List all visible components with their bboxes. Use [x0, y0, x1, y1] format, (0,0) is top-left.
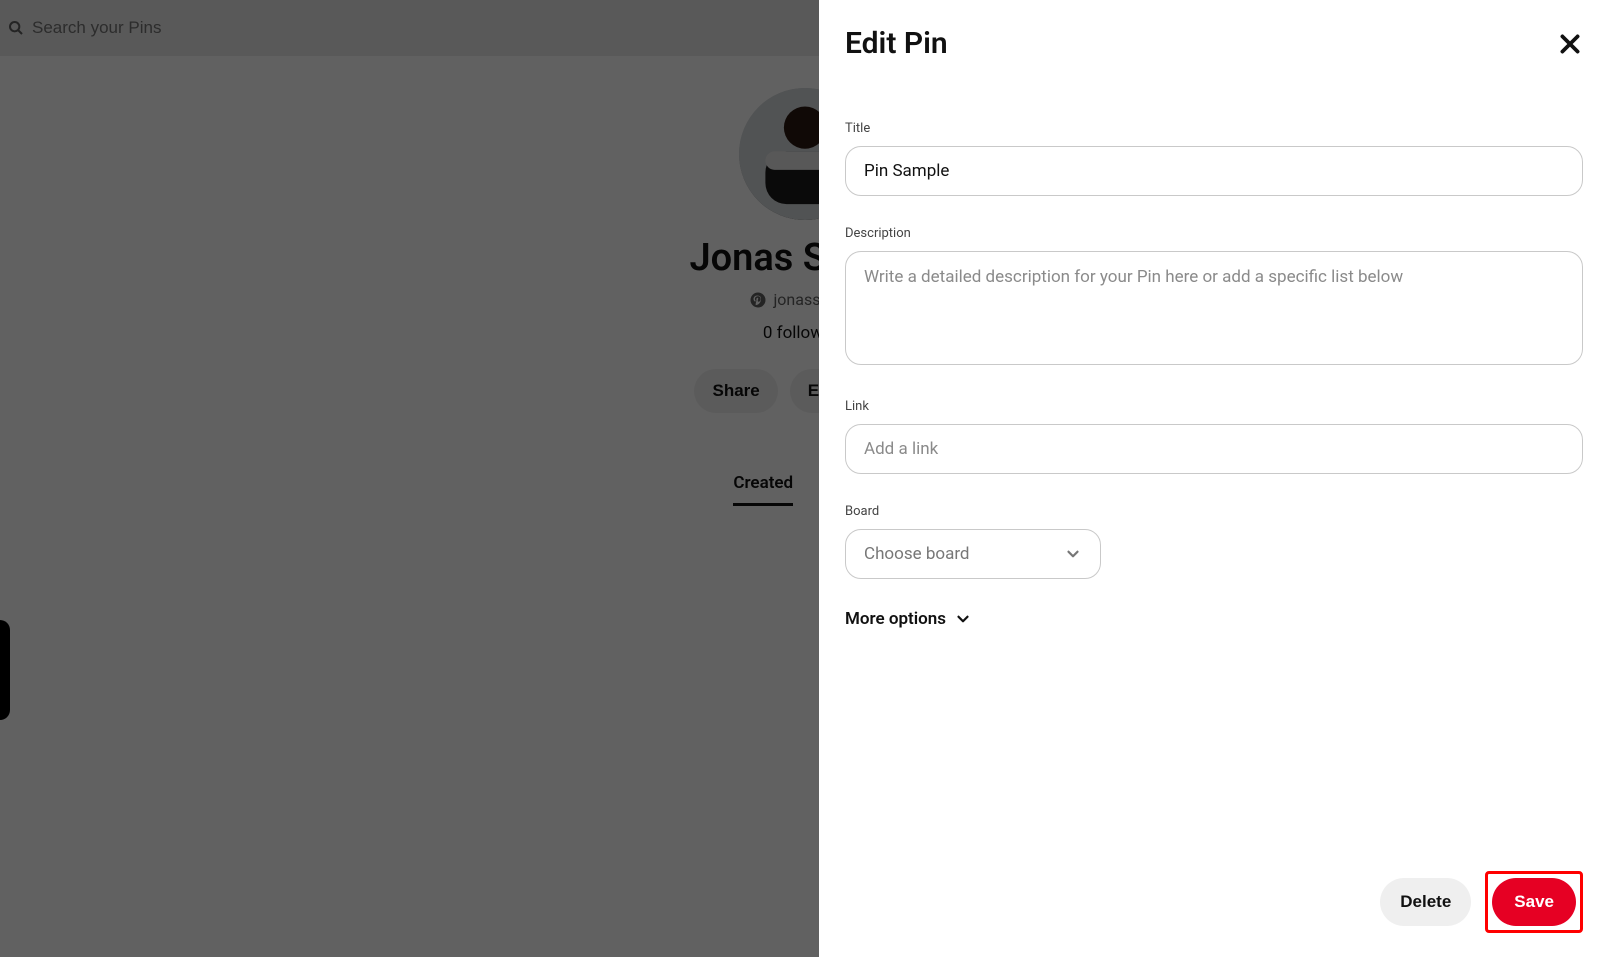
chevron-down-icon	[1064, 545, 1082, 563]
panel-title: Edit Pin	[845, 26, 948, 61]
left-edge-handle	[0, 620, 10, 720]
delete-button[interactable]: Delete	[1380, 878, 1471, 926]
panel-header: Edit Pin	[845, 26, 1583, 61]
title-input[interactable]	[845, 146, 1583, 196]
save-highlight: Save	[1485, 871, 1583, 933]
description-input[interactable]	[845, 251, 1583, 365]
more-options-toggle[interactable]: More options	[845, 609, 1583, 629]
edit-pin-panel: Edit Pin Title Description Link Board Ch…	[819, 0, 1609, 957]
close-icon[interactable]	[1557, 31, 1583, 57]
chevron-down-icon	[954, 610, 972, 628]
link-label: Link	[845, 399, 1583, 414]
board-select[interactable]: Choose board	[845, 529, 1101, 579]
panel-footer: Delete Save	[819, 851, 1609, 957]
description-label: Description	[845, 226, 1583, 241]
title-label: Title	[845, 121, 1583, 136]
board-select-placeholder: Choose board	[864, 544, 970, 564]
more-options-label: More options	[845, 609, 946, 629]
save-button[interactable]: Save	[1492, 878, 1576, 926]
board-label: Board	[845, 504, 1583, 519]
link-input[interactable]	[845, 424, 1583, 474]
